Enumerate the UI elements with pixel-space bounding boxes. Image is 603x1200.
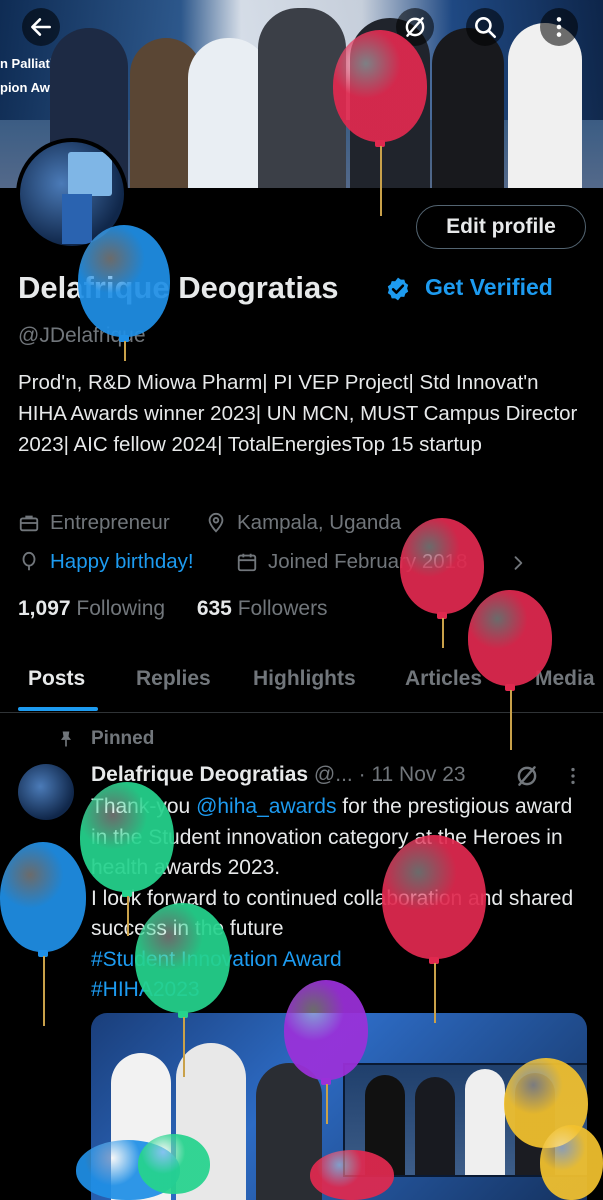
balloon-decoration: [78, 225, 170, 337]
balloon-string: [434, 963, 436, 1023]
banner-person: [432, 28, 504, 188]
followers-count: 635: [196, 597, 232, 620]
banner-caption: n Palliati: [0, 56, 54, 71]
pinned-label: Pinned: [91, 728, 155, 749]
balloon-string: [182, 1017, 185, 1077]
tab-articles[interactable]: Articles: [405, 667, 482, 691]
pin-icon: [61, 731, 71, 747]
following-link[interactable]: 1,097 Following: [18, 597, 165, 620]
balloon-string: [326, 1084, 328, 1124]
profile-name: Delafrique Deogratias: [18, 270, 339, 305]
get-verified-link[interactable]: Get Verified: [425, 274, 553, 301]
tweet-avatar[interactable]: [18, 764, 74, 820]
balloon-decoration: [80, 782, 174, 892]
search-icon: [475, 17, 497, 39]
chevron-right-icon[interactable]: [508, 553, 528, 573]
tab-posts[interactable]: Posts: [28, 667, 85, 691]
no-sync-icon: [517, 766, 537, 786]
location-item: Kampala, Uganda: [205, 511, 401, 535]
balloon-icon: [22, 551, 36, 571]
followers-label: Followers: [237, 597, 328, 620]
followers-link[interactable]: 635 Followers: [197, 597, 328, 620]
more-vertical-icon[interactable]: [562, 765, 584, 787]
tweet-date[interactable]: · 11 Nov 23: [359, 763, 466, 786]
location-label: Kampala, Uganda: [237, 511, 402, 534]
following-label: Following: [76, 597, 166, 620]
balloon-decoration: [468, 590, 552, 686]
calendar-icon: [237, 553, 257, 572]
banner-caption-2: pion Aw: [0, 80, 50, 95]
balloon-decoration: [135, 903, 230, 1013]
balloon-decoration: [382, 835, 486, 959]
more-button[interactable]: [540, 8, 578, 46]
follow-counts: 1,097 Following 635 Followers: [18, 597, 328, 621]
balloon-string: [43, 956, 45, 1026]
verified-badge-icon[interactable]: [385, 276, 411, 302]
balloon-decoration: [400, 518, 484, 614]
balloon-decoration: [138, 1134, 210, 1194]
profile-bio: Prod'n, R&D Miowa Pharm| PI VEP Project|…: [18, 371, 578, 456]
more-vertical-icon: [556, 17, 562, 37]
balloon-string: [124, 341, 126, 361]
balloon-string: [380, 146, 382, 216]
balloon-string: [127, 896, 129, 936]
location-pin-icon: [208, 512, 224, 533]
profession-label: Entrepreneur: [50, 511, 170, 534]
avatar-podium: [62, 194, 92, 244]
balloon-decoration: [310, 1150, 394, 1200]
tweet-mention[interactable]: @hiha_awards: [196, 795, 336, 818]
photo-person: [415, 1077, 455, 1175]
arrow-left-icon: [31, 18, 51, 36]
photo-person: [465, 1069, 505, 1175]
balloon-string: [442, 618, 444, 648]
following-count: 1,097: [18, 597, 71, 620]
tweet-header: Delafrique Deogratias @... · 11 Nov 23: [91, 763, 466, 787]
birthday-item[interactable]: Happy birthday!: [18, 550, 194, 574]
banner-person: [508, 23, 582, 188]
active-tab-indicator: [18, 707, 98, 711]
balloon-decoration: [540, 1125, 603, 1200]
balloon-decoration: [284, 980, 368, 1080]
avatar-screen: [68, 152, 112, 196]
birthday-label[interactable]: Happy birthday!: [50, 550, 194, 574]
tab-media[interactable]: Media: [535, 667, 595, 691]
balloon-string: [510, 690, 512, 750]
balloon-decoration: [333, 30, 427, 142]
tab-highlights[interactable]: Highlights: [253, 667, 356, 691]
tweet-handle[interactable]: @...: [314, 763, 353, 786]
no-sync-icon: [405, 17, 425, 37]
search-button[interactable]: [466, 8, 504, 46]
profession-item: Entrepreneur: [18, 511, 170, 535]
edit-profile-button[interactable]: Edit profile: [416, 205, 586, 249]
balloon-decoration: [0, 842, 86, 952]
briefcase-icon: [19, 515, 39, 532]
back-button[interactable]: [22, 8, 60, 46]
tab-replies[interactable]: Replies: [136, 667, 211, 691]
